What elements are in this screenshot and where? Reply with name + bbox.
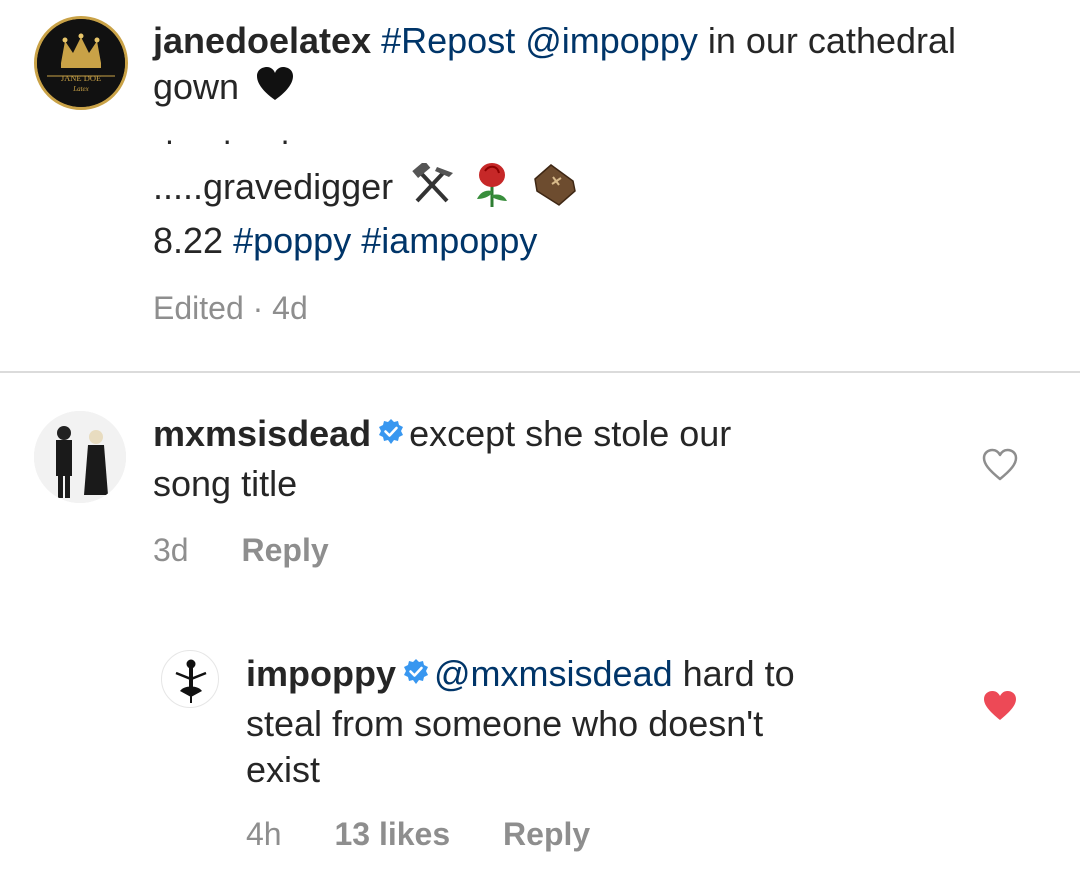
- comment-1-time: 3d: [153, 532, 189, 568]
- comment-2-body: impoppy @mxmsisdead hard to steal from so…: [246, 651, 926, 793]
- heart-outline-icon: [982, 448, 1018, 481]
- meditating-figure-icon: [175, 659, 207, 703]
- heart-filled-icon: [984, 691, 1016, 720]
- impoppy-avatar[interactable]: [161, 650, 219, 708]
- post-caption: JANE DOE Latex janedoelatex #Repost @imp…: [0, 0, 1080, 372]
- comment-1-username[interactable]: mxmsisdead: [153, 413, 371, 454]
- comment-1-body: mxmsisdead except she stole our song titl…: [153, 411, 893, 507]
- black-heart-icon: [255, 66, 295, 113]
- comment-1-reply-button[interactable]: Reply: [241, 532, 328, 568]
- comment-1-like-button[interactable]: [982, 448, 1018, 487]
- avatar-logo-subtext: Latex: [72, 85, 89, 93]
- comment-2-text-line3: exist: [246, 749, 321, 791]
- hashtag-repost[interactable]: #Repost: [381, 20, 515, 61]
- comment-2-username[interactable]: impoppy: [246, 653, 396, 694]
- comment-1-text-line2: song title: [153, 463, 298, 505]
- verified-badge-icon: [402, 651, 430, 697]
- hashtag-poppy[interactable]: #poppy: [233, 220, 351, 261]
- caption-dots: . . .: [165, 114, 310, 151]
- divider: [0, 371, 1080, 373]
- duo-photo-icon: [34, 411, 126, 503]
- hashtag-iampoppy[interactable]: #iampoppy: [361, 220, 537, 261]
- caption-body: janedoelatex #Repost @impoppy in our cat…: [153, 18, 1033, 264]
- post-username[interactable]: janedoelatex: [153, 20, 371, 61]
- crown-logo-icon: JANE DOE Latex: [37, 19, 125, 107]
- post-meta: Edited · 4d: [153, 290, 308, 326]
- mxmsisdead-avatar[interactable]: [34, 411, 126, 503]
- caption-line-gravedigger: .....gravedigger: [153, 166, 394, 207]
- mention-mxmsisdead[interactable]: @mxmsisdead: [434, 653, 673, 694]
- hammer-pick-icon: [409, 160, 455, 216]
- comment-1-meta: 3d Reply: [153, 532, 329, 569]
- comment-2-reply-button[interactable]: Reply: [503, 816, 590, 852]
- comment-2-time: 4h: [246, 816, 282, 852]
- comment-2-text-line2: steal from someone who doesn't: [246, 703, 764, 745]
- verified-badge-icon: [377, 411, 405, 457]
- caption-date: 8.22: [153, 219, 224, 261]
- comment-2-meta: 4h 13 likes Reply: [246, 816, 590, 853]
- coffin-icon: [529, 161, 581, 218]
- comment-2-likes[interactable]: 13 likes: [334, 816, 450, 852]
- comment-2-like-button[interactable]: [982, 689, 1018, 728]
- janedoelatex-avatar[interactable]: JANE DOE Latex: [34, 16, 128, 110]
- comment-1-text-line1: except she stole our: [409, 413, 732, 454]
- rose-icon: [471, 161, 513, 218]
- avatar-logo-text: JANE DOE: [61, 73, 101, 83]
- comment-2-text-line1: hard to: [682, 653, 795, 694]
- mention-impoppy[interactable]: @impoppy: [525, 20, 698, 61]
